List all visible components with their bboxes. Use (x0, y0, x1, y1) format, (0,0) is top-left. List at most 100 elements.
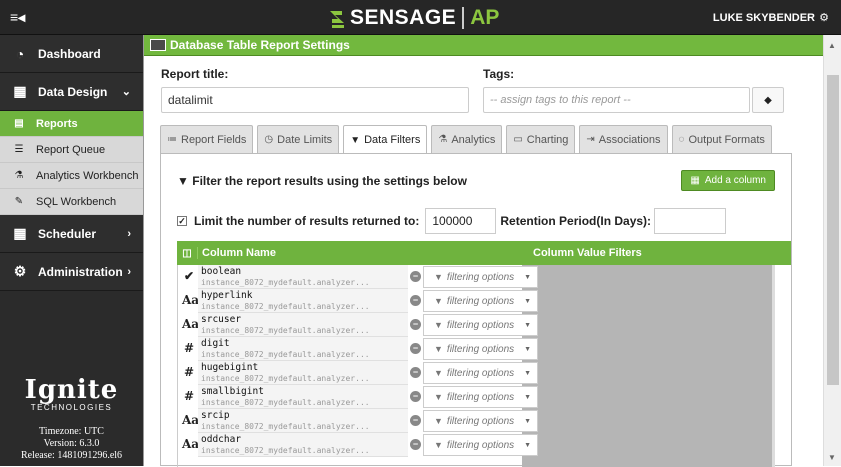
boolean-type-icon: ✔ (183, 269, 195, 283)
tab-associations[interactable]: ⇥ Associations (579, 125, 668, 153)
sidebar-item-analytics-workbench[interactable]: ⚗ Analytics Workbench (0, 163, 143, 189)
text-type-icon: Aa (182, 317, 200, 331)
remove-icon[interactable]: − (410, 439, 421, 450)
brand-name: Ignite (24, 375, 119, 405)
column-cell[interactable]: oddchar instance_8072_mydefault.analyzer… (198, 433, 408, 457)
tab-output-formats[interactable]: ◌ Output Formats (671, 125, 772, 153)
remove-icon[interactable]: − (410, 367, 421, 378)
filtering-options-label: filtering options (446, 439, 515, 451)
column-cell[interactable]: srcuser instance_8072_mydefault.analyzer… (198, 313, 408, 337)
table-row: Aa srcip instance_8072_mydefault.analyze… (178, 409, 538, 433)
number-type-icon: # (183, 389, 195, 403)
document-icon: ▤ (14, 118, 24, 129)
filtering-options-label: filtering options (446, 391, 515, 403)
column-source: instance_8072_mydefault.analyzer... (201, 326, 370, 335)
remove-icon[interactable]: − (410, 319, 421, 330)
column-cell[interactable]: hugebigint instance_8072_mydefault.analy… (198, 361, 408, 385)
sidebar-item-dashboard[interactable]: ◔ Dashboard (0, 35, 143, 73)
page-scrollbar[interactable]: ▲ ▼ (823, 35, 841, 466)
table-row: Aa oddchar instance_8072_mydefault.analy… (178, 433, 538, 457)
remove-icon[interactable]: − (410, 271, 421, 282)
column-name: hugebigint (201, 362, 259, 373)
filtering-options-select[interactable]: ▼ filtering options ▼ (423, 266, 538, 288)
table-icon: ▦ (690, 175, 700, 186)
logo-divider (462, 7, 465, 29)
ignite-brand: Ignite TECHNOLOGIES Timezone: UTC Versio… (0, 375, 143, 462)
table-row: # digit instance_8072_mydefault.analyzer… (178, 337, 538, 361)
caret-down-icon: ▼ (524, 369, 531, 377)
menu-toggle-icon[interactable]: ≡◂ (10, 9, 25, 26)
sidebar-item-data-design[interactable]: ▦ Data Design ⌄ (0, 73, 143, 111)
remove-icon[interactable]: − (410, 343, 421, 354)
sidebar-item-reports[interactable]: ▤ Reports (0, 111, 143, 137)
tab-report-fields[interactable]: ≔ Report Fields (160, 125, 254, 153)
sidebar-item-report-queue[interactable]: ☰ Report Queue (0, 137, 143, 163)
settings-tabs: ≔ Report Fields ◷ Date Limits ▼ Data Fil… (160, 125, 776, 154)
filtering-options-select[interactable]: ▼ filtering options ▼ (423, 314, 538, 336)
filtering-options-select[interactable]: ▼ filtering options ▼ (423, 290, 538, 312)
sidebar-item-scheduler[interactable]: ▦ Scheduler › (0, 215, 143, 253)
column-source: instance_8072_mydefault.analyzer... (201, 422, 370, 431)
column-cell[interactable]: srcip instance_8072_mydefault.analyzer..… (198, 409, 408, 433)
filtering-options-select[interactable]: ▼ filtering options ▼ (423, 386, 538, 408)
dashboard-icon: ◔ (15, 45, 25, 62)
remove-icon[interactable]: − (410, 391, 421, 402)
column-cell[interactable]: digit instance_8072_mydefault.analyzer..… (198, 337, 408, 361)
filtering-options-label: filtering options (446, 295, 515, 307)
gear-icon[interactable]: ⚙ (819, 11, 829, 24)
text-type-icon: Aa (182, 293, 200, 307)
sidebar-item-label: Analytics Workbench (36, 169, 139, 182)
filters-area (522, 265, 772, 467)
tag-button[interactable]: ◆ (752, 87, 784, 113)
column-cell[interactable]: boolean instance_8072_mydefault.analyzer… (198, 265, 408, 289)
grid-scrollbar[interactable] (772, 265, 775, 467)
table-settings-icon (150, 39, 166, 51)
column-source: instance_8072_mydefault.analyzer... (201, 278, 370, 287)
scroll-thumb[interactable] (827, 75, 839, 385)
tab-date-limits[interactable]: ◷ Date Limits (257, 125, 340, 153)
column-name: smallbigint (201, 386, 264, 397)
filter-icon: ▼ (434, 320, 443, 330)
tab-charting[interactable]: ▭ Charting (506, 125, 576, 153)
column-source: instance_8072_mydefault.analyzer... (201, 374, 370, 383)
sidebar-item-sql-workbench[interactable]: ✎ SQL Workbench (0, 189, 143, 215)
tab-data-filters[interactable]: ▼ Data Filters (343, 125, 428, 154)
sidebar-item-label: Data Design (38, 84, 108, 99)
limit-value: 100000 (432, 214, 473, 228)
limit-input[interactable]: 100000 (425, 208, 497, 234)
remove-icon[interactable]: − (410, 415, 421, 426)
tab-analytics[interactable]: ⚗ Analytics (431, 125, 503, 153)
filter-icon: ▼ (350, 134, 361, 146)
scroll-up-icon[interactable]: ▲ (828, 41, 836, 50)
sensage-logo: SENSAGE AP (328, 5, 499, 31)
column-source: instance_8072_mydefault.analyzer... (201, 398, 370, 407)
filtering-options-label: filtering options (446, 343, 515, 355)
user-menu[interactable]: LUKE SKYBENDER (713, 12, 815, 24)
columns-icon[interactable]: ◫ (177, 248, 197, 259)
column-cell[interactable]: smallbigint instance_8072_mydefault.anal… (198, 385, 408, 409)
scroll-down-icon[interactable]: ▼ (828, 453, 836, 462)
caret-down-icon: ▼ (524, 345, 531, 353)
table-row: Aa srcuser instance_8072_mydefault.analy… (178, 313, 538, 337)
retention-label: Retention Period(In Days): (500, 214, 652, 228)
column-source: instance_8072_mydefault.analyzer... (201, 446, 370, 455)
report-title-input[interactable]: datalimit (161, 87, 469, 113)
add-column-button[interactable]: ▦ Add a column (681, 170, 775, 191)
data-design-submenu: ▤ Reports ☰ Report Queue ⚗ Analytics Wor… (0, 111, 143, 215)
sidebar: ◔ Dashboard ▦ Data Design ⌄ ▤ Reports ☰ … (0, 35, 143, 466)
filter-heading-text: Filter the report results using the sett… (192, 174, 467, 188)
filtering-options-select[interactable]: ▼ filtering options ▼ (423, 362, 538, 384)
filtering-options-select[interactable]: ▼ filtering options ▼ (423, 410, 538, 432)
filtering-options-select[interactable]: ▼ filtering options ▼ (423, 338, 538, 360)
flask-icon: ⚗ (438, 134, 448, 145)
remove-icon[interactable]: − (410, 295, 421, 306)
filtering-options-label: filtering options (446, 319, 515, 331)
filtering-options-select[interactable]: ▼ filtering options ▼ (423, 434, 538, 456)
tags-input[interactable]: -- assign tags to this report -- (483, 87, 750, 113)
column-name-header: Column Name (197, 247, 533, 259)
caret-down-icon: ▼ (524, 321, 531, 329)
column-cell[interactable]: hyperlink instance_8072_mydefault.analyz… (198, 289, 408, 313)
sidebar-item-administration[interactable]: ⚙ Administration › (0, 253, 143, 291)
limit-checkbox[interactable]: ✓ (177, 216, 187, 226)
retention-input[interactable] (654, 208, 727, 234)
